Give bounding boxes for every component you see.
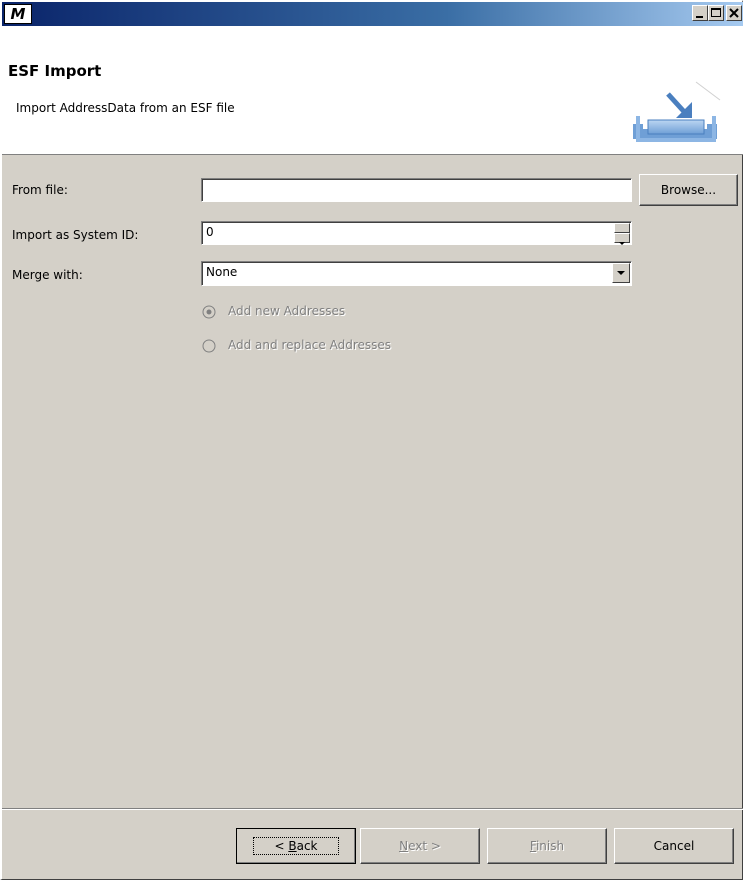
system-id-label: Import as System ID: (12, 228, 139, 242)
merge-with-value: None (206, 265, 238, 279)
finish-label: Finish (529, 839, 565, 853)
from-file-label: From file: (12, 183, 68, 197)
header-title: ESF Import (8, 62, 102, 80)
back-button[interactable]: < Back (236, 828, 356, 864)
close-icon (729, 8, 739, 18)
back-label: < Back (253, 837, 339, 855)
maximize-button[interactable] (708, 5, 724, 21)
maximize-icon (711, 8, 721, 17)
next-label: Next > (399, 839, 441, 853)
radio-unchecked-icon (202, 339, 216, 353)
title-bar[interactable]: M (2, 2, 743, 26)
import-wizard-window: M ESF Import Import AddressData from an … (0, 0, 743, 880)
browse-button[interactable]: Browse... (639, 174, 738, 206)
arrow-down-icon (619, 242, 625, 245)
radio-checked-icon (202, 305, 216, 319)
merge-with-select[interactable]: None (201, 261, 632, 286)
system-id-spinner[interactable]: 0 (201, 221, 632, 245)
footer-separator (2, 808, 743, 810)
app-icon: M (4, 4, 32, 24)
next-button[interactable]: Next > (360, 828, 480, 864)
radio-add-new-label: Add new Addresses (228, 304, 346, 318)
wizard-header: ESF Import Import AddressData from an ES… (2, 26, 743, 155)
finish-button[interactable]: Finish (487, 828, 607, 864)
minimize-icon (696, 16, 703, 18)
import-tray-icon (633, 81, 721, 142)
system-id-value: 0 (206, 225, 214, 239)
chevron-down-icon (617, 271, 625, 275)
spin-up-button[interactable] (614, 223, 630, 236)
merge-with-label: Merge with: (12, 268, 83, 282)
close-button[interactable] (726, 5, 742, 21)
browse-label: Browse... (660, 183, 717, 197)
from-file-input[interactable] (201, 178, 632, 202)
cancel-label: Cancel (653, 839, 695, 853)
dropdown-button[interactable] (612, 263, 630, 283)
header-description: Import AddressData from an ESF file (16, 101, 235, 115)
spin-down-button[interactable] (614, 233, 630, 245)
minimize-button[interactable] (692, 5, 708, 21)
radio-add-replace-label: Add and replace Addresses (228, 338, 392, 352)
cancel-button[interactable]: Cancel (614, 828, 734, 864)
